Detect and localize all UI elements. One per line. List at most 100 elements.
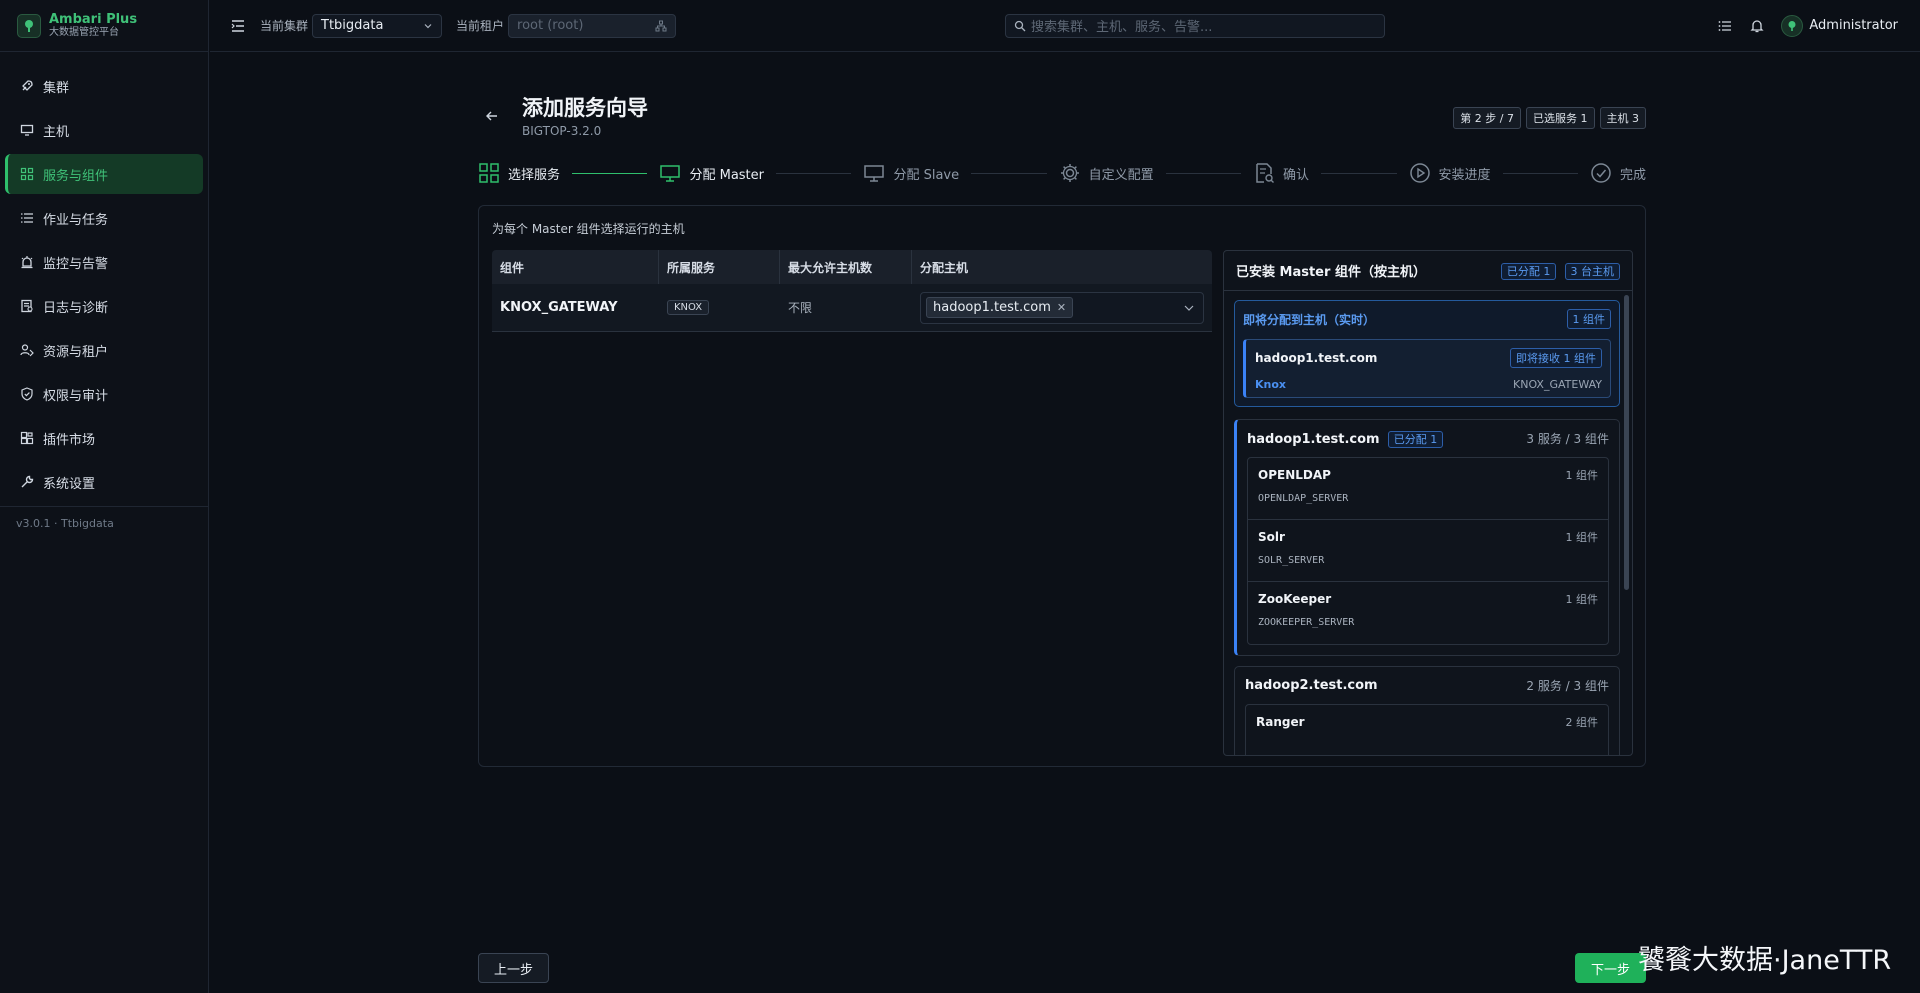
sidebar-item-label: 系统设置 [43, 476, 96, 492]
topbar: 当前集群 Ttbigdata 当前租户 root (root) 搜索集群、主机、… [210, 0, 1920, 52]
column-header-max-hosts: 最大允许主机数 [780, 250, 912, 284]
monitor-icon [660, 165, 681, 182]
chevron-down-icon [1184, 305, 1194, 311]
search-icon [1014, 20, 1026, 31]
puzzle-icon [20, 431, 34, 445]
sidebar-item-services[interactable]: 服务与组件 [5, 154, 203, 194]
cluster-label: 当前集群 [260, 19, 309, 33]
sidebar-item-plugins[interactable]: 插件市场 [5, 418, 203, 458]
pending-host-item: hadoop1.test.com 即将接收 1 组件 Knox KNOX_GAT… [1243, 339, 1611, 398]
panel-description: 为每个 Master 组件选择运行的主机 [492, 222, 685, 236]
pending-host-name: hadoop1.test.com [1255, 351, 1378, 365]
step-assign-master[interactable]: 分配 Master [659, 162, 764, 184]
component-service: Ranger [1256, 715, 1305, 729]
step-connector [572, 172, 648, 174]
cluster-select[interactable]: Ttbigdata [312, 13, 443, 38]
component-list: OPENLDAP 1 组件 OPENLDAP_SERVER Solr 1 组件 … [1247, 457, 1609, 645]
tree-logo-icon [17, 13, 41, 38]
stack-version: BIGTOP-3.2.0 [522, 124, 602, 138]
host-name: hadoop2.test.com [1245, 678, 1378, 693]
tenant-input[interactable]: root (root) [508, 13, 677, 38]
host-chip: hadoop1.test.com ✕ [926, 297, 1074, 318]
host-chip-label: hadoop1.test.com [933, 300, 1051, 315]
shield-icon [21, 387, 33, 401]
sidebar-item-label: 作业与任务 [43, 212, 109, 228]
step-install-progress[interactable]: 安装进度 [1409, 162, 1491, 184]
rocket-icon [22, 80, 33, 91]
list-item: Solr 1 组件 SOLR_SERVER [1248, 520, 1608, 582]
grid-icon [20, 167, 34, 181]
list-item: ZooKeeper 1 组件 ZOOKEEPER_SERVER [1248, 582, 1608, 644]
sidebar-item-cluster[interactable]: 集群 [5, 66, 203, 106]
username[interactable]: Administrator [1809, 18, 1898, 33]
component-count: 1 组件 [1565, 469, 1599, 482]
brand[interactable]: Ambari Plus 大数据管控平台 [0, 0, 208, 52]
step-complete[interactable]: 完成 [1590, 162, 1646, 184]
component-service: ZooKeeper [1258, 592, 1332, 606]
step-connector [1502, 172, 1578, 174]
step-badge: 第 2 步 / 7 [1453, 107, 1521, 129]
pending-receive-tag: 即将接收 1 组件 [1510, 348, 1602, 368]
host-multiselect[interactable]: hadoop1.test.com ✕ [920, 291, 1204, 324]
step-connector [1165, 172, 1242, 174]
component-service: Solr [1258, 530, 1285, 544]
tasks-list-icon[interactable] [1717, 18, 1733, 34]
back-arrow-icon[interactable] [484, 108, 500, 124]
tenant-placeholder: root (root) [517, 18, 584, 33]
wizard-header: 添加服务向导 BIGTOP-3.2.0 第 2 步 / 7 已选服务 1 主机 … [478, 88, 1646, 148]
step-customize-config[interactable]: 自定义配置 [1059, 162, 1154, 184]
component-code: SOLR_SERVER [1258, 555, 1325, 566]
step-connector [776, 172, 852, 174]
prev-step-button[interactable]: 上一步 [478, 953, 549, 983]
monitor-icon [20, 124, 34, 136]
pending-count-tag: 1 组件 [1566, 309, 1611, 329]
step-label: 分配 Slave [893, 167, 960, 183]
installed-masters-title: 已安装 Master 组件（按主机） [1236, 265, 1426, 280]
next-step-button[interactable]: 下一步 [1575, 953, 1646, 983]
host-card: hadoop1.test.com 已分配 1 3 服务 / 3 组件 OPENL… [1234, 419, 1620, 656]
bell-icon[interactable] [1749, 18, 1765, 34]
grid-icon [479, 163, 499, 183]
avatar[interactable] [1781, 14, 1804, 37]
step-confirm[interactable]: 确认 [1253, 162, 1309, 184]
installed-masters-header: 已安装 Master 组件（按主机） 已分配 1 3 台主机 [1224, 251, 1632, 291]
pending-assignment-card: 即将分配到主机（实时） 1 组件 hadoop1.test.com 即将接收 1… [1234, 300, 1620, 407]
component-name: KNOX_GATEWAY [500, 300, 618, 315]
list-icon [21, 213, 33, 223]
assigned-count-tag: 已分配 1 [1500, 262, 1557, 280]
column-header-assigned-host: 分配主机 [920, 260, 969, 275]
monitor-icon [864, 165, 885, 182]
close-icon[interactable]: ✕ [1057, 301, 1066, 314]
master-assignment-table: 组件 所属服务 最大允许主机数 分配主机 KNOX_GATEWAY KNOX 不… [492, 250, 1212, 332]
sidebar-item-permissions[interactable]: 权限与审计 [5, 374, 203, 414]
sidebar-item-settings[interactable]: 系统设置 [5, 462, 203, 502]
step-select-services[interactable]: 选择服务 [478, 162, 560, 184]
sidebar-item-hosts[interactable]: 主机 [5, 110, 203, 150]
brand-name: Ambari Plus [49, 12, 138, 27]
table-row: KNOX_GATEWAY KNOX 不限 hadoop1.test.com ✕ [492, 284, 1212, 332]
table-header: 组件 所属服务 最大允许主机数 分配主机 [492, 250, 1212, 284]
chevron-down-icon [424, 23, 432, 28]
component-count: 1 组件 [1565, 531, 1599, 544]
column-header-service: 所属服务 [659, 250, 780, 284]
host-assigned-tag: 已分配 1 [1387, 430, 1444, 448]
sidebar-item-label: 集群 [43, 80, 70, 96]
menu-collapse-icon[interactable] [230, 18, 246, 34]
component-code: ZOOKEEPER_SERVER [1258, 617, 1355, 628]
component-list: Ranger 2 组件 [1245, 704, 1609, 755]
step-assign-slave[interactable]: 分配 Slave [863, 162, 959, 184]
installed-masters-list: 即将分配到主机（实时） 1 组件 hadoop1.test.com 即将接收 1… [1224, 292, 1632, 755]
sidebar-item-resources[interactable]: 资源与租户 [5, 330, 203, 370]
sidebar-item-monitoring[interactable]: 监控与告警 [5, 242, 203, 282]
search-input[interactable]: 搜索集群、主机、服务、告警... [1005, 13, 1385, 38]
alarm-icon [21, 256, 33, 269]
sidebar-item-jobs[interactable]: 作业与任务 [5, 198, 203, 238]
sidebar-item-logs[interactable]: 日志与诊断 [5, 286, 203, 326]
tree-avatar-icon [1788, 20, 1796, 31]
step-label: 选择服务 [508, 167, 561, 183]
component-service: OPENLDAP [1258, 468, 1331, 482]
step-label: 确认 [1283, 167, 1310, 183]
cluster-value: Ttbigdata [321, 18, 384, 33]
sidebar-item-label: 监控与告警 [43, 256, 109, 272]
host-card: hadoop2.test.com 2 服务 / 3 组件 Ranger 2 组件 [1234, 666, 1620, 755]
